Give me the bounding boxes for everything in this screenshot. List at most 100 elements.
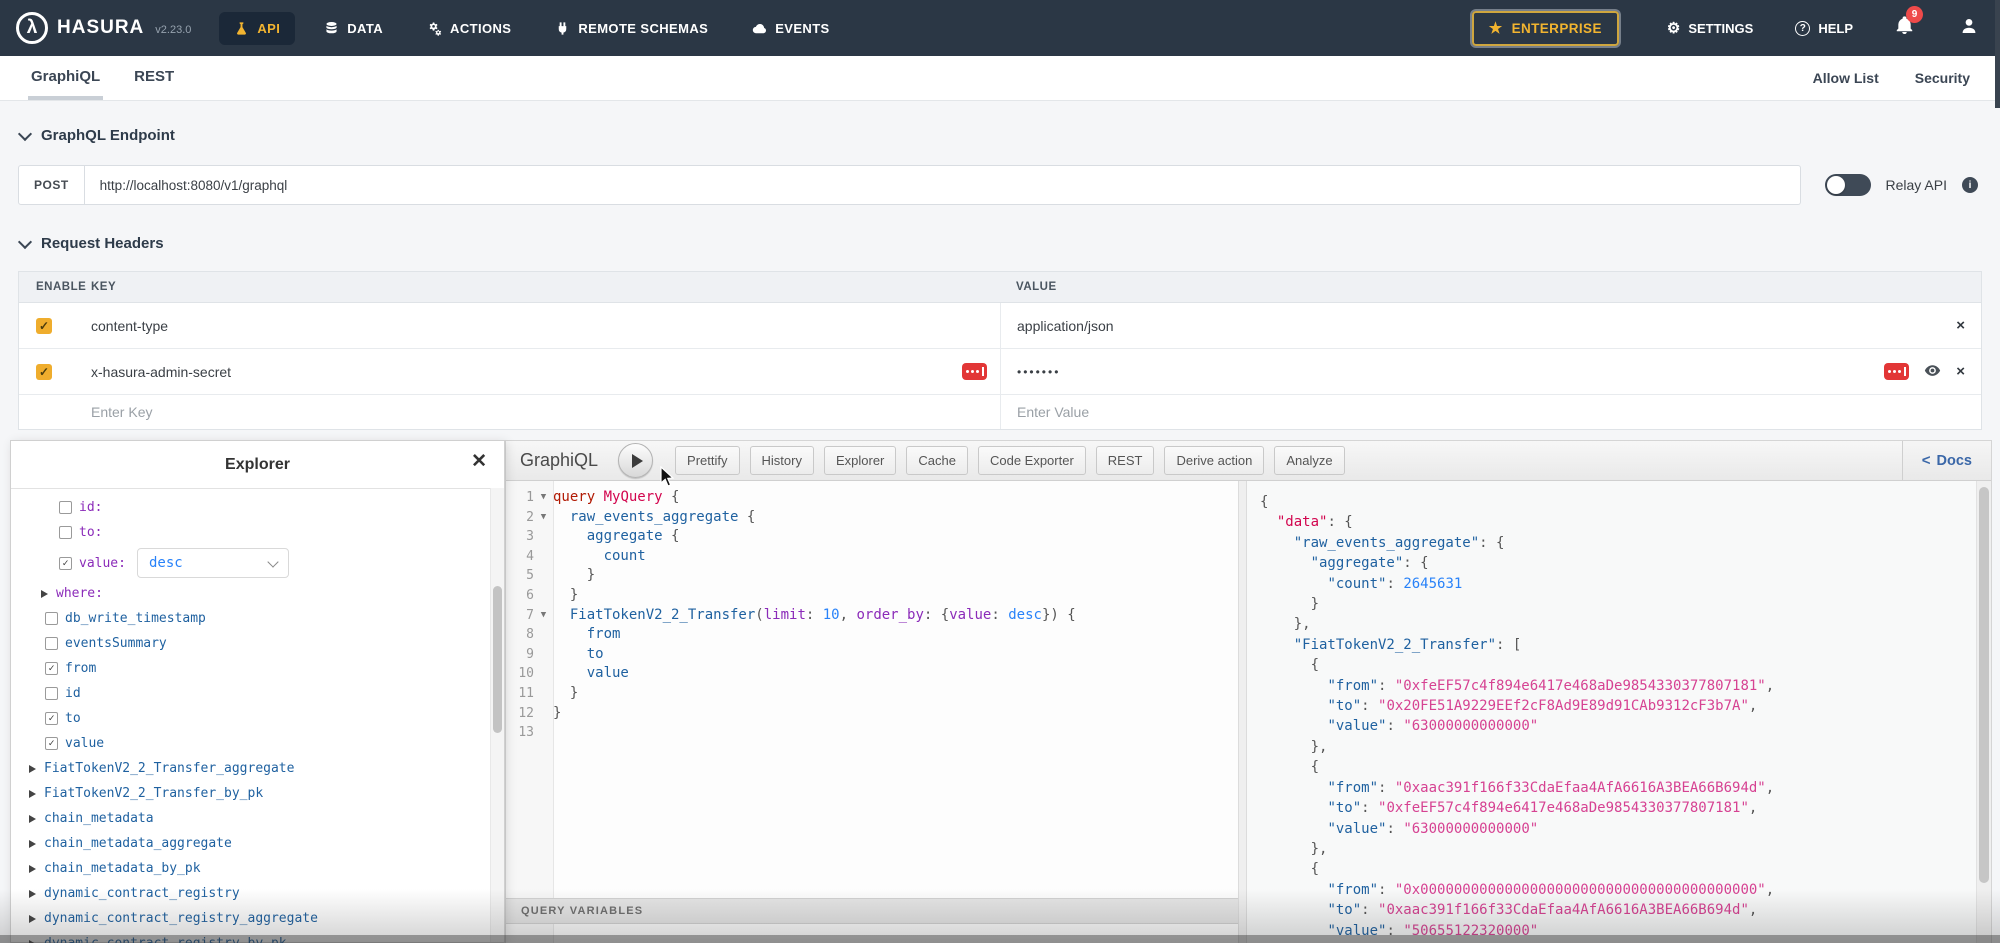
link-allow-list[interactable]: Allow List xyxy=(1813,70,1879,86)
explorer-root-FiatTokenV2_2_Transfer_by_pk[interactable]: FiatTokenV2_2_Transfer_by_pk xyxy=(11,781,504,806)
explorer-field-from[interactable]: ✓from xyxy=(11,656,504,681)
header-enabled-checkbox[interactable]: ✓ xyxy=(36,364,52,380)
link-security[interactable]: Security xyxy=(1915,70,1970,86)
version-label: v2.23.0 xyxy=(155,24,191,36)
header-value-text: ••••••• xyxy=(1017,365,1060,379)
notifications-button[interactable]: 9 xyxy=(1895,16,1914,40)
chevron-down-icon[interactable] xyxy=(18,234,32,248)
code-text: } xyxy=(553,704,561,724)
cache-button[interactable]: Cache xyxy=(906,446,968,475)
remove-header-button[interactable]: × xyxy=(1956,318,1965,333)
table-header-row: ENABLEKEYVALUE xyxy=(19,272,1981,303)
relay-api-toggle[interactable] xyxy=(1825,174,1871,196)
order-direction-dropdown[interactable]: desc xyxy=(137,548,289,578)
graphql-url-input[interactable]: http://localhost:8080/v1/graphql xyxy=(85,165,1801,205)
endpoint-row: POST http://localhost:8080/v1/graphql Re… xyxy=(18,165,1982,205)
hasura-logo[interactable]: λ HASURA v2.23.0 xyxy=(16,12,191,44)
info-icon[interactable]: i xyxy=(1962,177,1978,193)
user-menu-button[interactable] xyxy=(1960,17,1978,40)
explorer-field-value[interactable]: ✓value xyxy=(11,731,504,756)
header-key-cell[interactable]: content-type xyxy=(91,303,1000,348)
header-enabled-checkbox[interactable]: ✓ xyxy=(36,318,52,334)
fold-arrow-icon[interactable]: ▼ xyxy=(534,508,553,528)
explorer-field-db_write_timestamp[interactable]: db_write_timestamp xyxy=(11,606,504,631)
explorer-arg-to[interactable]: to: xyxy=(11,520,504,545)
checkbox[interactable]: ✓ xyxy=(45,737,58,750)
http-method-badge: POST xyxy=(18,165,85,205)
nav-item-remote-schemas[interactable]: REMOTE SCHEMAS xyxy=(540,12,723,45)
explorer-root-dynamic_contract_registry_aggregate[interactable]: dynamic_contract_registry_aggregate xyxy=(11,906,504,931)
history-button[interactable]: History xyxy=(750,446,814,475)
header-value-cell[interactable]: application/json× xyxy=(1000,303,1981,348)
header-key-cell[interactable]: x-hasura-admin-secret xyxy=(91,349,1000,394)
help-button[interactable]: ? HELP xyxy=(1795,21,1853,36)
tab-graphiql[interactable]: GraphiQL xyxy=(28,56,103,100)
derive-action-button[interactable]: Derive action xyxy=(1164,446,1264,475)
explorer-arg-id[interactable]: id: xyxy=(11,495,504,520)
fold-arrow-icon[interactable]: ▼ xyxy=(534,488,553,508)
enterprise-button[interactable]: ★ ENTERPRISE xyxy=(1472,11,1619,46)
query-editor[interactable]: 1▼query MyQuery {2▼ raw_events_aggregate… xyxy=(506,481,1238,943)
fold-arrow-icon[interactable]: ▼ xyxy=(534,606,553,626)
checkbox[interactable] xyxy=(45,637,58,650)
expand-arrow-icon xyxy=(29,940,36,943)
fold-arrow-icon xyxy=(534,684,553,704)
query-variables-bar[interactable]: QUERY VARIABLES xyxy=(506,898,1238,924)
tab-rest[interactable]: REST xyxy=(131,56,177,100)
explorer-arg-where[interactable]: where: xyxy=(11,581,504,606)
root-field-label: chain_metadata xyxy=(44,811,154,826)
checkbox[interactable]: ✓ xyxy=(45,712,58,725)
explorer-root-FiatTokenV2_2_Transfer_aggregate[interactable]: FiatTokenV2_2_Transfer_aggregate xyxy=(11,756,504,781)
explorer-arg-value[interactable]: ✓value:desc xyxy=(11,545,504,581)
checkbox[interactable]: ✓ xyxy=(45,662,58,675)
response-line: { xyxy=(1260,492,1991,512)
analyze-button[interactable]: Analyze xyxy=(1274,446,1344,475)
checkbox[interactable] xyxy=(59,501,72,514)
explorer-field-to[interactable]: ✓to xyxy=(11,706,504,731)
explorer-scrollbar-thumb[interactable] xyxy=(493,586,502,733)
response-scrollbar-thumb[interactable] xyxy=(1979,487,1989,883)
code-text: count xyxy=(553,547,646,567)
chevron-down-icon[interactable] xyxy=(18,126,32,140)
header-value-cell[interactable]: ••••••• × xyxy=(1000,349,1981,394)
prettify-button[interactable]: Prettify xyxy=(675,446,739,475)
explorer-root-dynamic_contract_registry_by_pk[interactable]: dynamic_contract_registry_by_pk xyxy=(11,931,504,943)
explorer-field-eventsSummary[interactable]: eventsSummary xyxy=(11,631,504,656)
checkbox[interactable]: ✓ xyxy=(59,557,72,570)
explorer-root-chain_metadata[interactable]: chain_metadata xyxy=(11,806,504,831)
nav-item-events[interactable]: EVENTS xyxy=(737,12,844,45)
database-icon xyxy=(324,21,339,36)
checkbox[interactable] xyxy=(45,612,58,625)
response-line: "to": "0x20FE51A9229EEf2cF8Ad9E89d91CAb9… xyxy=(1260,696,1991,716)
new-header-value-input[interactable]: Enter Value xyxy=(1000,395,1981,429)
explorer-root-chain_metadata_aggregate[interactable]: chain_metadata_aggregate xyxy=(11,831,504,856)
secret-indicator-icon xyxy=(1884,363,1909,380)
explorer-root-chain_metadata_by_pk[interactable]: chain_metadata_by_pk xyxy=(11,856,504,881)
execute-query-button[interactable] xyxy=(618,443,653,478)
checkbox[interactable] xyxy=(45,687,58,700)
nav-item-api[interactable]: API xyxy=(219,12,295,45)
top-navbar: λ HASURA v2.23.0 API DATA ACTIONS REMOTE SC… xyxy=(0,0,2000,56)
explorer-root-dynamic_contract_registry[interactable]: dynamic_contract_registry xyxy=(11,881,504,906)
explorer-close-button[interactable]: ✕ xyxy=(471,452,487,471)
checkbox[interactable] xyxy=(59,526,72,539)
explorer-button[interactable]: Explorer xyxy=(824,446,896,475)
line-number: 10 xyxy=(506,664,534,684)
new-header-key-input[interactable]: Enter Key xyxy=(91,395,1000,429)
settings-button[interactable]: ⚙ SETTINGS xyxy=(1667,21,1753,36)
nav-item-actions[interactable]: ACTIONS xyxy=(412,12,526,45)
show-secret-eye-icon[interactable] xyxy=(1924,362,1941,382)
editor-line: 4 count xyxy=(506,547,1238,567)
explorer-field-id[interactable]: id xyxy=(11,681,504,706)
line-number: 3 xyxy=(506,527,534,547)
nav-item-data[interactable]: DATA xyxy=(309,12,398,45)
key-placeholder: Enter Key xyxy=(91,404,152,420)
remove-header-button[interactable]: × xyxy=(1956,364,1965,379)
code-exporter-button[interactable]: Code Exporter xyxy=(978,446,1086,475)
pane-resize-handle[interactable] xyxy=(1238,481,1247,943)
response-line: }, xyxy=(1260,614,1991,634)
docs-button[interactable]: < Docs xyxy=(1902,441,1991,480)
rest-button[interactable]: REST xyxy=(1096,446,1155,475)
header-key-text: x-hasura-admin-secret xyxy=(91,364,231,380)
dropdown-value: desc xyxy=(149,555,183,571)
